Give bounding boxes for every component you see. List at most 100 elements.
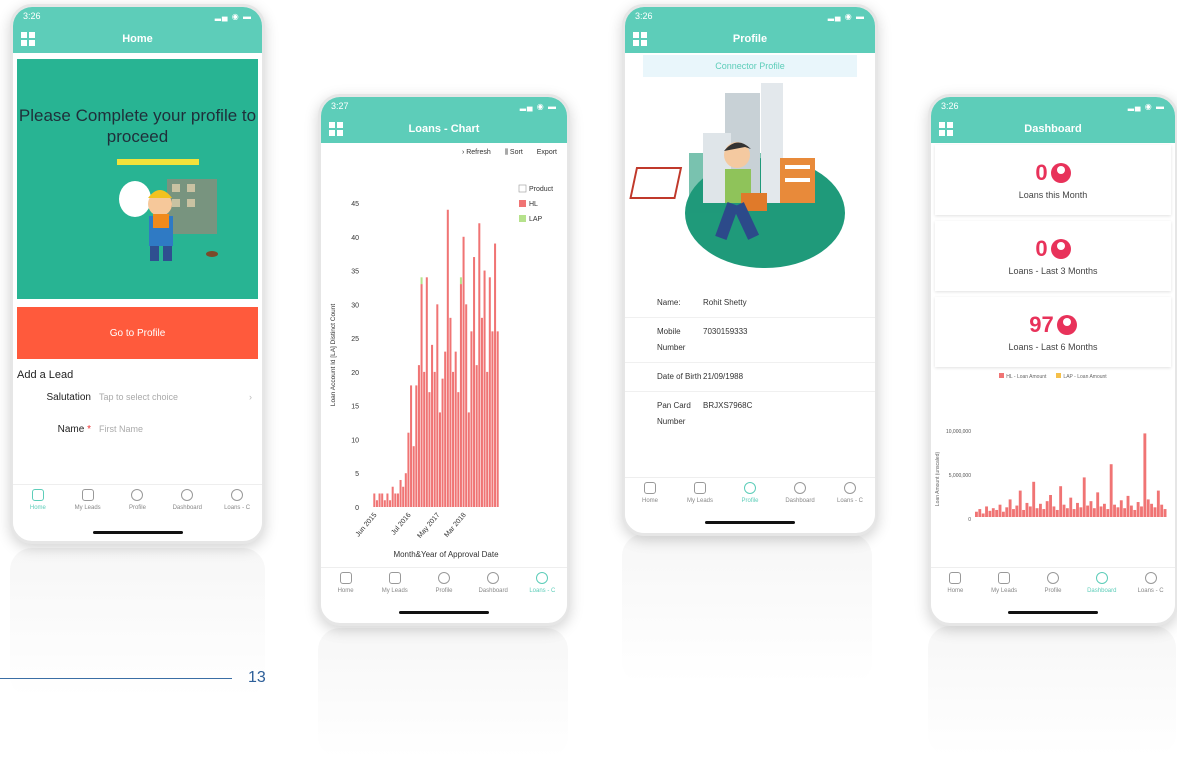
tab-loans-chart[interactable]: Loans - C (215, 489, 259, 511)
export-button[interactable]: Export (537, 149, 557, 157)
tab-loans-chart[interactable]: Loans - C (520, 572, 564, 594)
y-tick-label: 35 (351, 269, 359, 276)
tab-home[interactable]: Home (16, 489, 60, 511)
app-bar: Loans - Chart (321, 115, 567, 143)
bar-hl (462, 236, 465, 507)
tab-my-leads[interactable]: My Leads (678, 482, 722, 504)
bar-hl (452, 371, 455, 507)
amount-bar (1136, 502, 1140, 517)
leads-icon (998, 572, 1011, 584)
bar-hl (383, 500, 386, 507)
bar-hl (399, 479, 402, 507)
signal-icon: ▂▄ ◉ ▬ (827, 11, 865, 21)
legend-swatch (519, 215, 526, 222)
tab-profile[interactable]: Profile (422, 572, 466, 594)
bar-hl (491, 331, 494, 507)
y-tick-label: 5 (355, 471, 359, 478)
amount-bar (1062, 504, 1066, 517)
bar-hl (480, 317, 483, 507)
amount-bar (1005, 507, 1009, 517)
salutation-select[interactable]: Tap to select choice (99, 392, 249, 402)
tab-loans-chart[interactable]: Loans - C (1129, 572, 1173, 594)
tab-home[interactable]: Home (933, 572, 977, 594)
bar-hl (454, 351, 457, 507)
menu-grid-icon[interactable] (329, 122, 343, 136)
amount-bar (1099, 506, 1103, 517)
tab-bar: Home My Leads Profile Dashboard Loans - … (321, 567, 567, 614)
bar-hl (431, 344, 434, 507)
loans-3-months-card[interactable]: 0 Loans - Last 3 Months (935, 221, 1171, 291)
home-icon (949, 572, 962, 584)
bar-hl (386, 493, 389, 507)
menu-grid-icon[interactable] (21, 32, 35, 46)
legend-swatch-product (518, 184, 527, 193)
x-axis-label: Month&Year of Approval Date (393, 550, 499, 559)
tab-loans-chart[interactable]: Loans - C (828, 482, 872, 504)
y-tick-label: 0 (968, 517, 971, 523)
go-to-profile-button[interactable]: Go to Profile (17, 307, 258, 359)
loans-this-month-card[interactable]: 0 Loans this Month (935, 145, 1171, 215)
tab-home[interactable]: Home (628, 482, 672, 504)
bar-hl (465, 304, 468, 507)
amount-bar (1059, 486, 1063, 517)
amount-bar (985, 506, 988, 517)
user-icon (1050, 239, 1071, 259)
amount-bar (1143, 433, 1147, 517)
amount-bar (1126, 495, 1130, 517)
sort-button[interactable]: ⫼ Sort (505, 149, 523, 157)
page-title: Profile (732, 33, 768, 45)
profile-row-name: Name: Rohit Shetty (625, 289, 875, 318)
menu-grid-icon[interactable] (633, 32, 647, 46)
tab-profile[interactable]: Profile (115, 489, 159, 511)
menu-grid-icon[interactable] (939, 122, 953, 136)
bar-hl (433, 371, 436, 507)
profile-icon (437, 572, 450, 584)
bar-hl (488, 277, 491, 507)
footer-rule (0, 678, 232, 679)
tab-home[interactable]: Home (324, 572, 368, 594)
tab-my-leads[interactable]: My Leads (373, 572, 417, 594)
name-row[interactable]: Name * First Name (13, 413, 262, 445)
tab-profile[interactable]: Profile (1031, 572, 1075, 594)
tab-dashboard[interactable]: Dashboard (165, 489, 209, 511)
salutation-row[interactable]: Salutation Tap to select choice › (13, 381, 262, 413)
bar-hl (446, 209, 449, 507)
amount-bar (1039, 503, 1042, 517)
bar-hl (410, 385, 413, 507)
amount-bar (1160, 504, 1164, 517)
first-name-input[interactable]: First Name (99, 424, 262, 434)
bar-hl (441, 378, 444, 507)
signal-icon: ▂▄ ◉ ▬ (519, 101, 557, 111)
legend-label: HL (529, 201, 538, 208)
amount-bar (1153, 507, 1157, 517)
salutation-label: Salutation (46, 391, 91, 403)
bar-hl (378, 493, 381, 507)
amount-bar (1049, 495, 1052, 517)
amount-bar (1022, 509, 1026, 517)
refresh-button[interactable]: › Refresh (462, 149, 491, 157)
profile-row-mobile: Mobile Number 7030159333 (625, 318, 875, 363)
bar-hl (394, 493, 397, 507)
tab-my-leads[interactable]: My Leads (982, 572, 1026, 594)
dashboard-cards: 0 Loans this Month 0 Loans - Last 3 Mont… (931, 143, 1175, 367)
tab-profile[interactable]: Profile (728, 482, 772, 504)
status-time: 3:27 (331, 101, 349, 111)
loans-6-months-card[interactable]: 97 Loans - Last 6 Months (935, 297, 1171, 367)
profile-row-dob: Date of Birth 21/09/1988 (625, 363, 875, 392)
bar-hl (417, 365, 420, 507)
tab-dashboard[interactable]: Dashboard (1080, 572, 1124, 594)
legend-lap: LAP - Loan Amount (1056, 373, 1107, 380)
tab-dashboard[interactable]: Dashboard (778, 482, 822, 504)
amount-legend: HL - Loan Amount LAP - Loan Amount (931, 373, 1175, 380)
signal-icon: ▂▄ ◉ ▬ (214, 11, 252, 21)
card-caption: Loans - Last 3 Months (1008, 266, 1098, 276)
amount-bar (1052, 506, 1056, 517)
app-bar: Profile (625, 25, 875, 53)
tab-dashboard[interactable]: Dashboard (471, 572, 515, 594)
tab-my-leads[interactable]: My Leads (66, 489, 110, 511)
y-tick-label: 5,000,000 (949, 473, 971, 479)
loan-amount-chart: Loan Amount (unscaled) 10,000,000 5,000,00… (935, 429, 1167, 523)
amount-bar (1072, 509, 1076, 517)
amount-bar (981, 513, 985, 517)
home-indicator (92, 531, 183, 534)
